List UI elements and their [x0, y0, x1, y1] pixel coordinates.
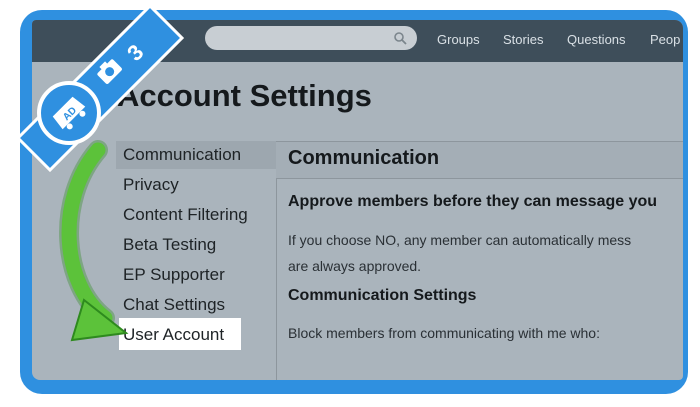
menu-item-privacy[interactable]: Privacy: [123, 175, 179, 195]
screen: e Groups Stories Questions Peop Account …: [32, 20, 683, 380]
approve-text-line1: If you choose NO, any member can automat…: [288, 232, 632, 248]
search-icon[interactable]: [393, 31, 407, 45]
block-text: Block members from communicating with me…: [288, 325, 600, 341]
menu-item-content-filtering[interactable]: Content Filtering: [123, 205, 248, 225]
nav-questions[interactable]: Questions: [567, 32, 626, 47]
content-title: Communication: [288, 147, 440, 169]
nav-groups[interactable]: Groups: [437, 32, 480, 47]
search-input[interactable]: [205, 26, 417, 50]
menu-item-user-account[interactable]: User Account: [123, 325, 224, 345]
site-logo[interactable]: e: [142, 31, 150, 48]
menu-item-chat-settings[interactable]: Chat Settings: [123, 295, 225, 315]
nav-stories[interactable]: Stories: [503, 32, 543, 47]
page-title: Account Settings: [117, 78, 372, 113]
top-navbar: e Groups Stories Questions Peop: [32, 20, 683, 62]
menu-item-beta-testing[interactable]: Beta Testing: [123, 235, 216, 255]
approve-heading: Approve members before they can message …: [288, 193, 658, 210]
approve-text-line2: are always approved.: [288, 258, 422, 274]
menu-item-communication[interactable]: Communication: [123, 145, 241, 165]
nav-people[interactable]: Peop: [650, 32, 680, 47]
menu-item-ep-supporter[interactable]: EP Supporter: [123, 265, 225, 285]
settings-heading: Communication Settings: [288, 287, 477, 304]
